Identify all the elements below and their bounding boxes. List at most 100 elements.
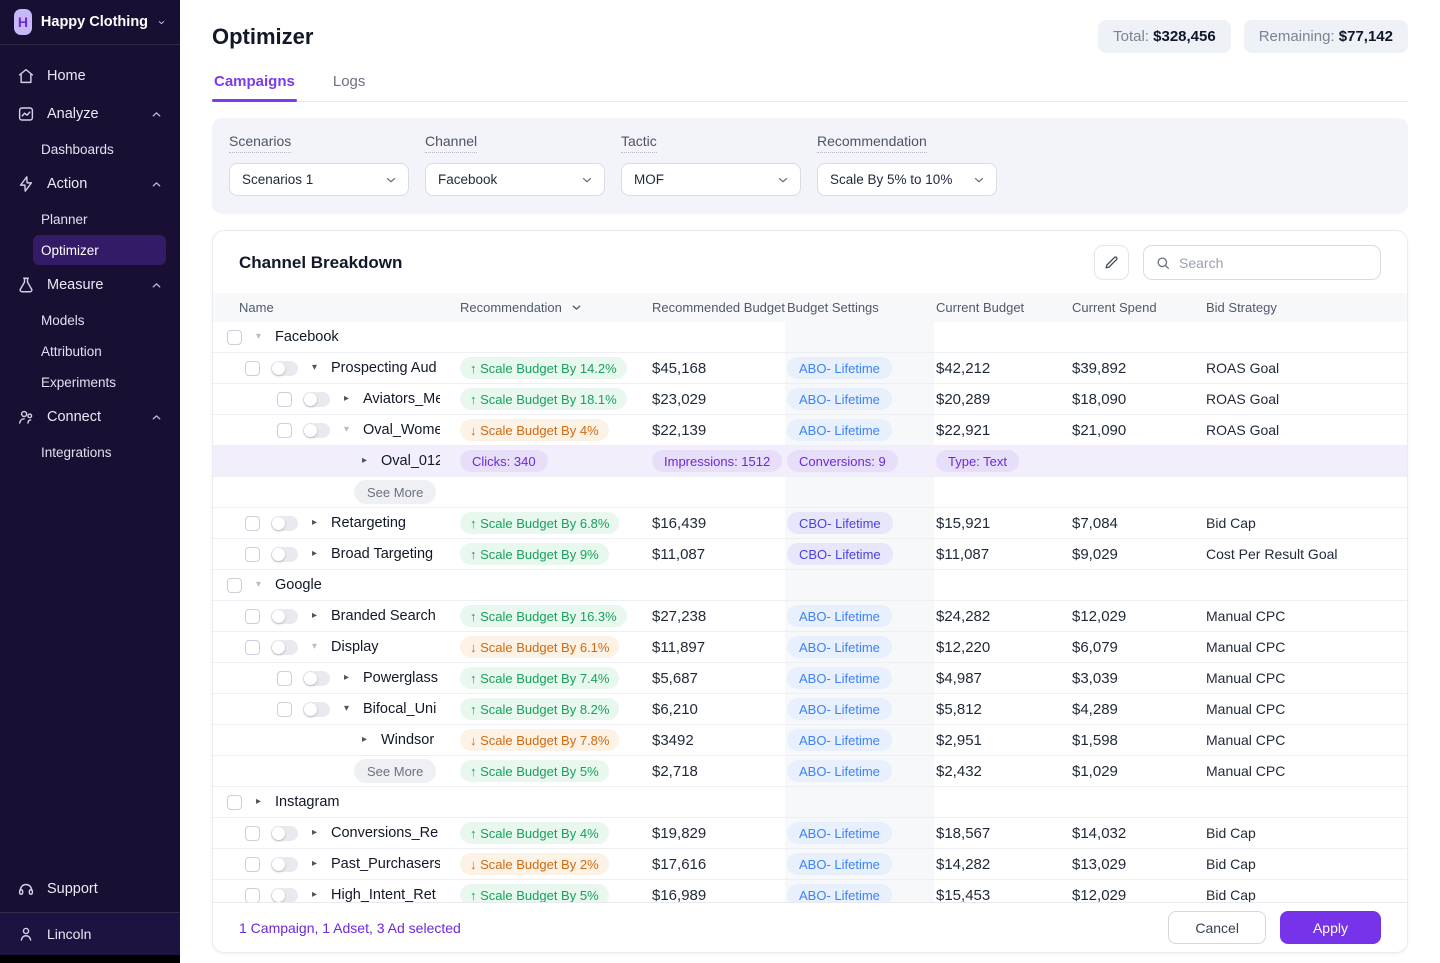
budget-setting-badge: ABO- Lifetime: [787, 605, 892, 627]
sidebar-item-measure[interactable]: Measure: [0, 266, 180, 304]
sidebar-item-optimizer[interactable]: Optimizer: [33, 235, 166, 265]
expand-arrow-icon[interactable]: ▾: [341, 704, 352, 714]
row-toggle[interactable]: [271, 640, 298, 655]
money-value: $16,989: [652, 887, 706, 903]
expand-arrow-icon[interactable]: ▸: [253, 797, 264, 807]
row-toggle[interactable]: [271, 888, 298, 903]
column-header-recommendation[interactable]: Recommendation: [458, 300, 650, 315]
sidebar-item-attribution[interactable]: Attribution: [33, 336, 166, 366]
campaign-row: ▾Display↓ Scale Budget By 6.1%$11,897ABO…: [213, 632, 1407, 663]
see-more-button[interactable]: See More: [354, 759, 436, 783]
channel-select[interactable]: Facebook: [425, 163, 605, 196]
sidebar-item-action[interactable]: Action: [0, 165, 180, 203]
chevron-up-icon: [150, 178, 163, 191]
expand-arrow-icon[interactable]: ▾: [309, 642, 320, 652]
row-checkbox[interactable]: [245, 826, 260, 841]
sidebar-item-support[interactable]: Support: [0, 866, 180, 912]
expand-arrow-icon[interactable]: ▸: [309, 859, 320, 869]
user-icon: [17, 925, 35, 943]
row-checkbox[interactable]: [227, 578, 242, 593]
row-toggle[interactable]: [271, 826, 298, 841]
money-value: $5,687: [652, 670, 698, 687]
row-toggle[interactable]: [303, 423, 330, 438]
row-checkbox[interactable]: [245, 888, 260, 903]
row-checkbox[interactable]: [277, 392, 292, 407]
expand-arrow-icon[interactable]: ▸: [359, 735, 370, 745]
filter-label: Scenarios: [229, 133, 291, 153]
tab-logs[interactable]: Logs: [331, 73, 368, 101]
sidebar-item-home[interactable]: Home: [0, 57, 180, 95]
campaign-row: ▾Prospecting Aud↑ Scale Budget By 14.2%$…: [213, 353, 1407, 384]
budget-setting-badge: ABO- Lifetime: [787, 822, 892, 844]
row-checkbox[interactable]: [245, 547, 260, 562]
money-value: $27,238: [652, 608, 706, 625]
row-checkbox[interactable]: [245, 640, 260, 655]
row-toggle[interactable]: [271, 361, 298, 376]
row-checkbox[interactable]: [245, 857, 260, 872]
edit-button[interactable]: [1094, 245, 1129, 280]
expand-arrow-icon[interactable]: ▾: [309, 363, 320, 373]
expand-arrow-icon[interactable]: ▾: [253, 332, 264, 342]
sidebar-item-planner[interactable]: Planner: [33, 204, 166, 234]
row-name: High_Intent_Ret: [331, 887, 436, 902]
row-checkbox[interactable]: [277, 671, 292, 686]
money-value: $2,432: [936, 763, 982, 780]
sidebar-item-connect[interactable]: Connect: [0, 398, 180, 436]
budget-setting-badge: ABO- Lifetime: [787, 729, 892, 751]
row-checkbox[interactable]: [277, 423, 292, 438]
expand-arrow-icon[interactable]: ▸: [341, 394, 352, 404]
row-toggle[interactable]: [271, 857, 298, 872]
row-toggle[interactable]: [271, 516, 298, 531]
metric-pill: Conversions: 9: [787, 450, 898, 472]
row-checkbox[interactable]: [227, 330, 242, 345]
row-checkbox[interactable]: [245, 609, 260, 624]
expand-arrow-icon[interactable]: ▸: [309, 890, 320, 900]
selected-value: Facebook: [438, 172, 580, 187]
budget-setting-badge: CBO- Lifetime: [787, 512, 893, 534]
search-input[interactable]: [1179, 255, 1369, 271]
money-value: $5,812: [936, 701, 982, 718]
expand-arrow-icon[interactable]: ▾: [341, 425, 352, 435]
apply-button[interactable]: Apply: [1280, 911, 1381, 944]
sidebar-item-integrations[interactable]: Integrations: [33, 437, 166, 467]
expand-arrow-icon[interactable]: ▸: [309, 611, 320, 621]
recommendation-pill: ↓ Scale Budget By 4%: [460, 419, 609, 441]
scenarios-select[interactable]: Scenarios 1: [229, 163, 409, 196]
bid-strategy: ROAS Goal: [1206, 391, 1279, 407]
sidebar-item-user[interactable]: Lincoln: [0, 913, 180, 955]
row-toggle[interactable]: [303, 671, 330, 686]
expand-arrow-icon[interactable]: ▸: [341, 673, 352, 683]
total-budget-badge: Total: $328,456: [1098, 20, 1231, 53]
metric-pill: Clicks: 340: [460, 450, 548, 472]
budget-setting-badge: ABO- Lifetime: [787, 388, 892, 410]
sidebar-item-dashboards[interactable]: Dashboards: [33, 134, 166, 164]
budget-setting-badge: ABO- Lifetime: [787, 667, 892, 689]
row-toggle[interactable]: [271, 547, 298, 562]
expand-arrow-icon[interactable]: ▸: [309, 549, 320, 559]
cancel-button[interactable]: Cancel: [1168, 911, 1266, 944]
expand-arrow-icon[interactable]: ▸: [309, 828, 320, 838]
recommendation-select[interactable]: Scale By 5% to 10%: [817, 163, 997, 196]
search-icon: [1155, 255, 1171, 271]
see-more-button[interactable]: See More: [354, 480, 436, 504]
expand-arrow-icon[interactable]: ▸: [359, 456, 370, 466]
sidebar-item-analyze[interactable]: Analyze: [0, 95, 180, 133]
tab-campaigns[interactable]: Campaigns: [212, 73, 297, 101]
row-toggle[interactable]: [303, 702, 330, 717]
row-checkbox[interactable]: [227, 795, 242, 810]
row-toggle[interactable]: [303, 392, 330, 407]
sidebar-item-models[interactable]: Models: [33, 305, 166, 335]
expand-arrow-icon[interactable]: ▸: [309, 518, 320, 528]
tactic-select[interactable]: MOF: [621, 163, 801, 196]
sidebar-item-experiments[interactable]: Experiments: [33, 367, 166, 397]
expand-arrow-icon[interactable]: ▾: [253, 580, 264, 590]
row-checkbox[interactable]: [245, 361, 260, 376]
money-value: $7,084: [1072, 515, 1118, 532]
workspace-switcher[interactable]: H Happy Clothing: [0, 0, 180, 45]
budget-setting-badge: ABO- Lifetime: [787, 760, 892, 782]
row-checkbox[interactable]: [277, 702, 292, 717]
row-toggle[interactable]: [271, 609, 298, 624]
row-checkbox[interactable]: [245, 516, 260, 531]
budget-setting-badge: ABO- Lifetime: [787, 357, 892, 379]
money-value: $14,282: [936, 856, 990, 873]
